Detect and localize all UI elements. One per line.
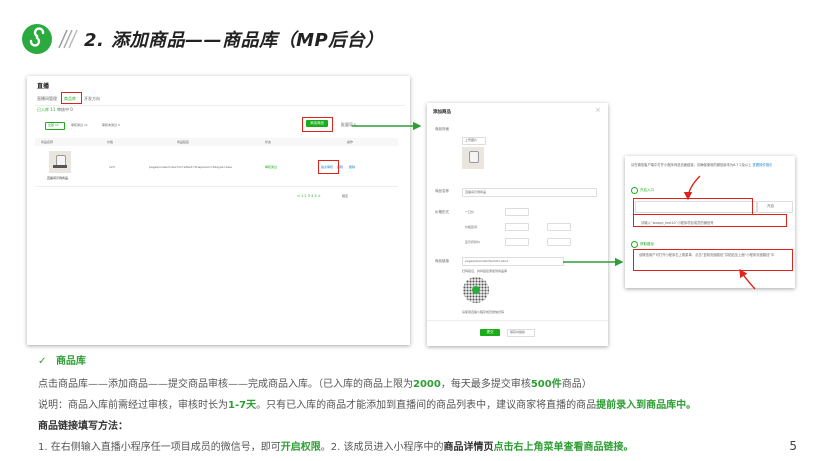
text-line-4: 1. 在右侧输入直播小程序任一项目成员的微信号，即可开启权限。2. 该成员进入小… [38,442,634,453]
text-line-3: 商品链接填写方法： [38,421,128,432]
check-icon: ✓ [38,356,47,367]
section-heading: ✓ 商品库 [38,356,86,367]
text-line-1: 点击商品库——添加商品——提交商品审核——完成商品入库。（已入库的商品上限为20… [38,379,592,390]
page-number: 5 [789,439,797,453]
slide: 2. 添加商品——商品库（MP后台） 直播 直播间管理 商品库 开发方向 已入库… [0,0,817,461]
connector-arrows [352,121,756,290]
text-line-2: 说明：商品入库前需经过审核，审核时长为1-7天。只有已入库的商品才能添加到直播间… [38,400,697,411]
